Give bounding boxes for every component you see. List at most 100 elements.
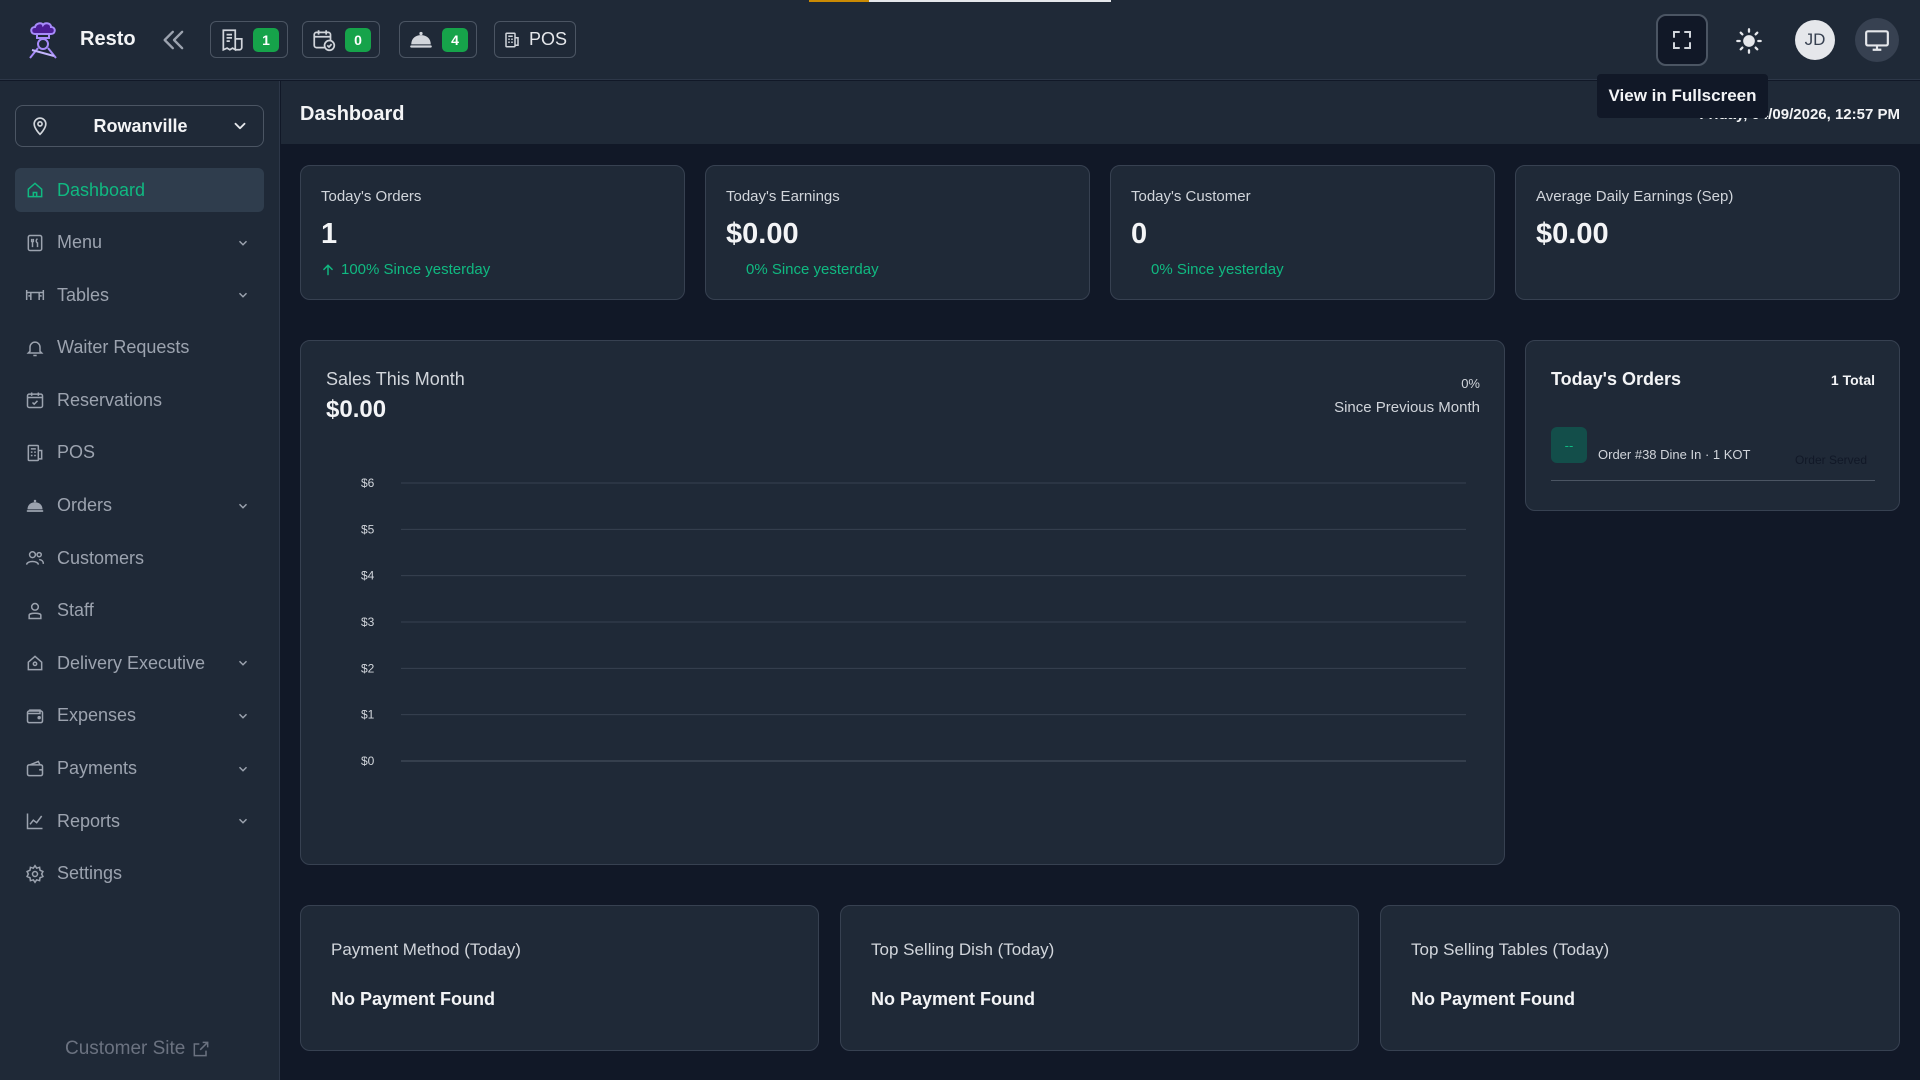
stat-label: Today's Earnings	[726, 188, 840, 205]
sidebar-item-label: Dashboard	[57, 179, 146, 200]
customer-display-button[interactable]	[1855, 18, 1899, 62]
stat-value: 1	[321, 218, 338, 250]
kot-count-button[interactable]: 1	[210, 21, 288, 58]
delivery-icon	[25, 653, 45, 673]
stat-card-todays-orders: Today's Orders 1 100% Since yesterday	[300, 165, 685, 300]
food-cloche-icon	[25, 496, 45, 516]
sidebar-item-label: Waiter Requests	[57, 337, 190, 358]
sidebar-item-label: Customers	[57, 547, 145, 568]
sidebar-item-staff[interactable]: Staff	[15, 589, 264, 633]
card-title: Payment Method (Today)	[331, 940, 521, 959]
sidebar-item-orders[interactable]: Orders	[15, 484, 264, 528]
sidebar-item-customers[interactable]: Customers	[15, 536, 264, 580]
location-pin-icon	[30, 116, 50, 136]
stat-delta-text: 0% Since yesterday	[746, 261, 879, 278]
sidebar-item-waiter-requests[interactable]: Waiter Requests	[15, 326, 264, 370]
sidebar-item-pos[interactable]: POS	[15, 431, 264, 475]
sidebar-item-label: Staff	[57, 600, 94, 621]
card-title: Top Selling Dish (Today)	[871, 940, 1055, 959]
chevron-down-icon	[236, 236, 250, 250]
top-selling-tables-card: Top Selling Tables (Today) No Payment Fo…	[1380, 905, 1900, 1051]
sidebar-item-reservations[interactable]: Reservations	[15, 378, 264, 422]
expand-icon	[1673, 31, 1691, 49]
y-tick-label: $4	[361, 569, 375, 583]
stat-delta: 100% Since yesterday	[321, 261, 490, 278]
reservations-count-badge: 0	[345, 27, 371, 52]
table-icon	[25, 285, 45, 305]
delta-spacer	[1131, 263, 1145, 277]
sidebar-nav: Dashboard Menu Tables Waiter Requests Re…	[15, 168, 264, 904]
sidebar-item-label: Reports	[57, 810, 121, 831]
todays-orders-card: Today's Orders 1 Total -- Order #38 Dine…	[1525, 340, 1900, 511]
fullscreen-button[interactable]	[1656, 14, 1708, 66]
chevron-down-icon	[236, 656, 250, 670]
order-status: Order Served	[1794, 453, 1867, 467]
menu-book-icon	[25, 233, 45, 253]
stat-label: Today's Orders	[321, 188, 422, 205]
todays-orders-title: Today's Orders	[1551, 369, 1681, 389]
external-link-icon	[193, 1041, 209, 1057]
sidebar-item-payments[interactable]: Payments	[15, 747, 264, 791]
chevron-down-icon	[236, 709, 250, 723]
page-title: Dashboard	[300, 103, 405, 125]
customer-site-link[interactable]: Customer Site	[65, 1038, 211, 1060]
y-tick-label: $2	[361, 661, 375, 675]
bell-icon	[25, 338, 45, 358]
sidebar-item-tables[interactable]: Tables	[15, 273, 264, 317]
stat-delta-text: 100% Since yesterday	[341, 261, 491, 278]
empty-message: No Payment Found	[1411, 989, 1576, 1009]
sun-icon	[1736, 28, 1762, 54]
theme-toggle-button[interactable]	[1735, 27, 1763, 55]
y-tick-label: $3	[361, 615, 375, 629]
sidebar-item-label: Tables	[57, 284, 110, 305]
sales-line-chart: $6 $5 $4 $3 $2 $1 $0	[361, 476, 1466, 768]
collapse-sidebar-button[interactable]	[160, 26, 188, 54]
y-tick-label: $6	[361, 476, 375, 490]
reservations-count-button[interactable]: 0	[302, 21, 380, 58]
sidebar-item-settings[interactable]: Settings	[15, 852, 264, 896]
app-brand: Resto	[80, 28, 136, 50]
branch-name: Rowanville	[93, 115, 188, 136]
kot-receipt-icon	[219, 27, 245, 53]
sidebar-item-reports[interactable]: Reports	[15, 799, 264, 843]
top-selling-dish-card: Top Selling Dish (Today) No Payment Foun…	[840, 905, 1359, 1051]
payment-method-card: Payment Method (Today) No Payment Found	[300, 905, 819, 1051]
chevron-down-icon	[231, 117, 249, 135]
home-icon	[25, 180, 45, 200]
sidebar-item-delivery-executive[interactable]: Delivery Executive	[15, 641, 264, 685]
payments-icon	[25, 759, 45, 779]
branch-selector[interactable]: Rowanville	[15, 105, 264, 147]
orders-count-badge: 4	[442, 27, 468, 52]
stat-card-average-daily-earnings: Average Daily Earnings (Sep) $0.00	[1515, 165, 1900, 300]
kot-count-badge: 1	[253, 27, 279, 52]
sidebar-item-label: Settings	[57, 863, 123, 884]
stat-value: $0.00	[726, 218, 799, 250]
order-thumbnail: --	[1551, 427, 1587, 463]
sidebar-item-menu[interactable]: Menu	[15, 221, 264, 265]
order-summary: Order #38 Dine In · 1 KOT	[1598, 447, 1751, 462]
pos-button[interactable]: POS	[494, 21, 577, 58]
sidebar-item-expenses[interactable]: Expenses	[15, 694, 264, 738]
orders-count-button[interactable]: 4	[399, 21, 477, 58]
customer-site-label: Customer Site	[65, 1038, 186, 1059]
loading-progress-bar	[809, 0, 1111, 2]
stat-label: Today's Customer	[1131, 188, 1251, 205]
chart-icon	[25, 811, 45, 831]
order-list-item[interactable]: -- Order #38 Dine In · 1 KOT Order Serve…	[1551, 427, 1875, 481]
sidebar-item-dashboard[interactable]: Dashboard	[15, 168, 264, 212]
food-cloche-icon	[408, 27, 434, 53]
pos-terminal-icon	[503, 31, 521, 49]
user-icon	[25, 601, 45, 621]
chevron-down-icon	[236, 762, 250, 776]
user-avatar[interactable]: JD	[1795, 20, 1835, 60]
todays-orders-total: 1 Total	[1830, 372, 1875, 388]
wallet-icon	[25, 706, 45, 726]
calendar-check-icon	[25, 390, 45, 410]
chevron-down-icon	[236, 288, 250, 302]
sidebar-item-label: Delivery Executive	[57, 652, 206, 673]
sidebar: Rowanville Dashboard Menu Tables Waiter …	[0, 81, 280, 1080]
stat-value: 0	[1131, 218, 1148, 250]
sidebar-item-label: POS	[57, 442, 96, 463]
y-tick-label: $0	[361, 754, 375, 768]
stat-label: Average Daily Earnings (Sep)	[1536, 188, 1734, 205]
